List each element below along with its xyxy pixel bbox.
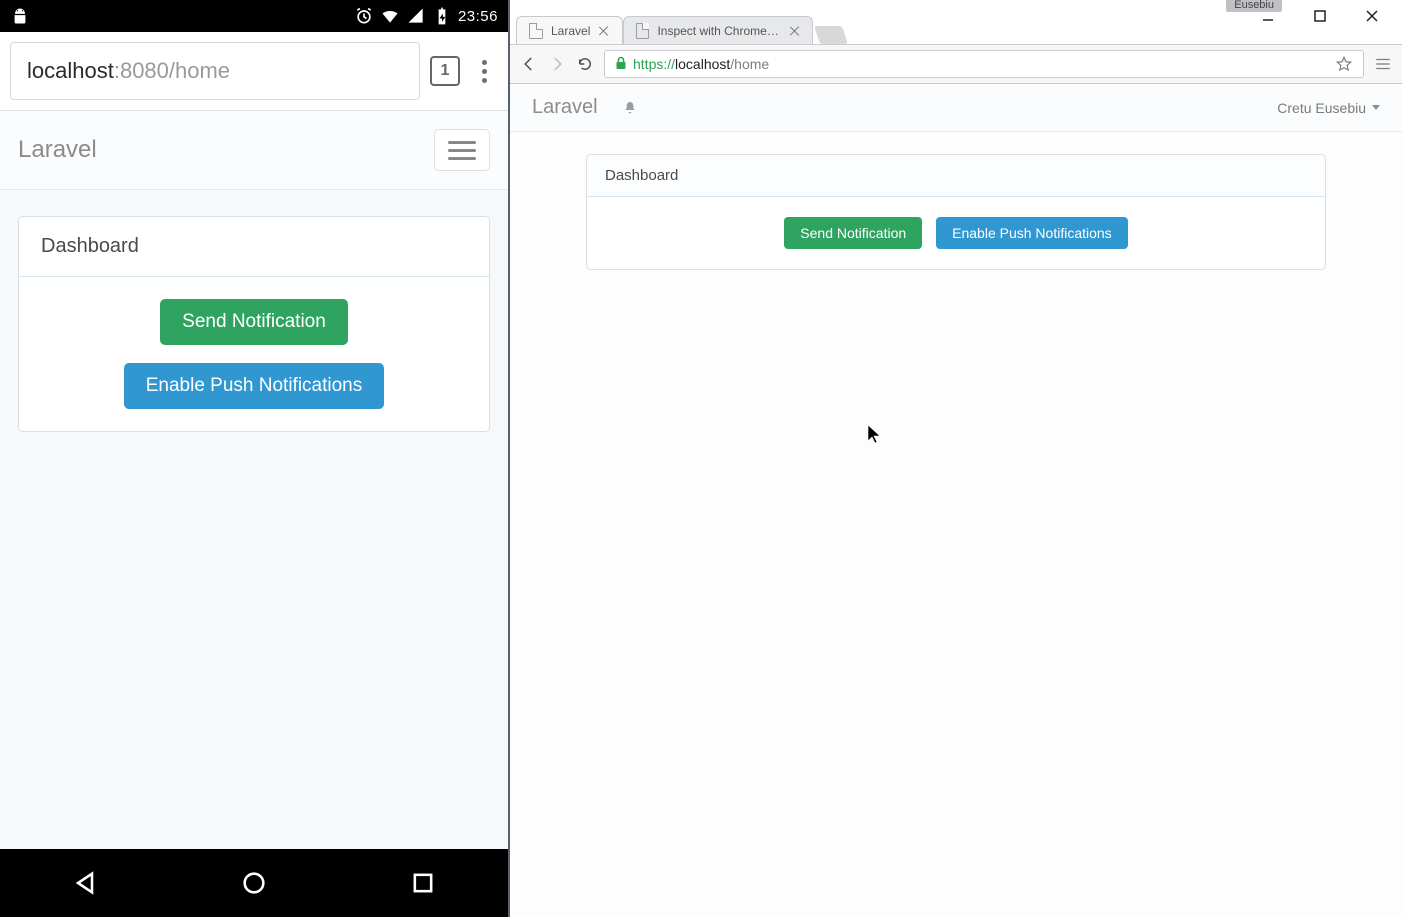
android-mascot-icon: [10, 6, 30, 26]
android-status-bar: 23:56: [0, 0, 508, 32]
send-notification-button[interactable]: Send Notification: [160, 299, 348, 345]
chrome-tab-active[interactable]: Laravel: [516, 16, 623, 44]
window-maximize-button[interactable]: [1298, 2, 1342, 30]
android-url-bar[interactable]: localhost:8080/home: [10, 42, 420, 100]
window-titlebar: Eusebiu: [510, 0, 1402, 14]
panel-heading: Dashboard: [587, 155, 1325, 197]
url-scheme: https://: [633, 56, 675, 72]
desktop-navbar: Laravel Cretu Eusebiu: [510, 84, 1402, 132]
android-home-button[interactable]: [240, 869, 268, 897]
tab-title: Inspect with Chrome Dev: [657, 24, 781, 38]
user-name: Cretu Eusebiu: [1277, 100, 1366, 116]
chrome-tab-inactive[interactable]: Inspect with Chrome Dev: [623, 16, 813, 44]
url-host: localhost: [27, 58, 114, 84]
panel-heading: Dashboard: [19, 217, 489, 277]
tab-close-icon[interactable]: [789, 25, 800, 37]
url-path: /home: [730, 56, 769, 72]
chrome-menu-button[interactable]: [1374, 55, 1392, 73]
wifi-icon: [380, 6, 400, 26]
notifications-bell-icon[interactable]: [622, 100, 638, 116]
desktop-window: Eusebiu Laravel Inspect with Chrome Dev: [510, 0, 1402, 917]
status-time: 23:56: [458, 8, 498, 25]
nav-reload-button[interactable]: [576, 55, 594, 73]
desktop-page-viewport: Laravel Cretu Eusebiu Dashboard Send Not…: [510, 84, 1402, 917]
navbar-toggle-button[interactable]: [434, 129, 490, 171]
android-device: 23:56 localhost:8080/home 1 Laravel: [0, 0, 510, 917]
nav-forward-button[interactable]: [548, 55, 566, 73]
chrome-new-tab-button[interactable]: [814, 26, 848, 44]
url-rest: :8080/home: [114, 58, 230, 84]
url-domain: localhost: [675, 56, 730, 72]
send-notification-button[interactable]: Send Notification: [784, 217, 922, 249]
window-minimize-button[interactable]: [1246, 2, 1290, 30]
mouse-cursor-icon: [867, 424, 881, 444]
android-softkeys: [0, 849, 508, 917]
android-recents-button[interactable]: [409, 869, 437, 897]
tab-count: 1: [441, 62, 450, 80]
signal-icon: [406, 6, 426, 26]
chrome-toolbar: https://localhost/home: [510, 44, 1402, 84]
battery-charging-icon: [432, 6, 452, 26]
nav-back-button[interactable]: [520, 55, 538, 73]
enable-push-button[interactable]: Enable Push Notifications: [936, 217, 1128, 249]
mobile-navbar: Laravel: [0, 111, 508, 190]
bookmark-star-icon[interactable]: [1335, 55, 1353, 73]
page-icon: [529, 23, 543, 39]
android-page-viewport: Laravel Dashboard Send Notification Enab…: [0, 111, 508, 849]
user-menu[interactable]: Cretu Eusebiu: [1277, 100, 1380, 116]
dashboard-panel: Dashboard Send Notification Enable Push …: [586, 154, 1326, 270]
brand-link[interactable]: Laravel: [18, 136, 97, 164]
android-back-button[interactable]: [71, 869, 99, 897]
enable-push-button[interactable]: Enable Push Notifications: [124, 363, 385, 409]
android-menu-button[interactable]: [470, 57, 498, 85]
dashboard-panel: Dashboard Send Notification Enable Push …: [18, 216, 490, 432]
alarm-icon: [354, 6, 374, 26]
android-omnibar: localhost:8080/home 1: [0, 32, 508, 111]
chrome-omnibox[interactable]: https://localhost/home: [604, 50, 1364, 78]
brand-link[interactable]: Laravel: [532, 96, 598, 119]
android-tabcount-button[interactable]: 1: [430, 56, 460, 86]
window-close-button[interactable]: [1350, 2, 1394, 30]
tab-title: Laravel: [551, 24, 590, 38]
tab-close-icon[interactable]: [598, 25, 610, 37]
lock-icon: [615, 56, 627, 73]
chevron-down-icon: [1372, 105, 1380, 110]
page-icon: [636, 23, 649, 39]
